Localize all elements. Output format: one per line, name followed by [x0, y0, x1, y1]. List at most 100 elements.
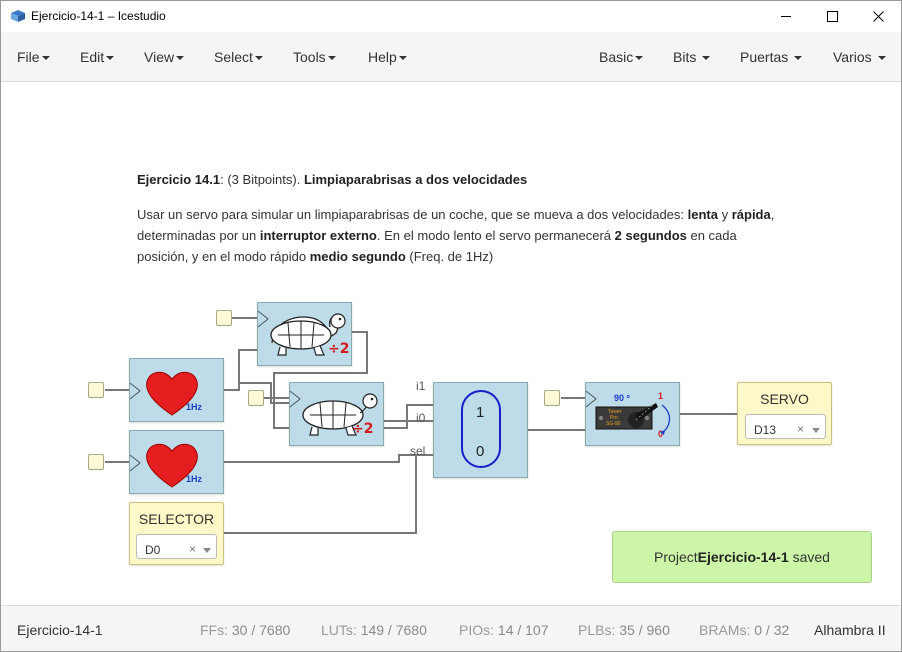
status-bar: Ejercicio-14-1 FFs: 30 / 7680 LUTs: 149 … — [1, 605, 901, 651]
luts-usage: LUTs: 149 / 7680 — [321, 622, 427, 638]
ffs-value: 30 / 7680 — [231, 622, 291, 638]
brams-label: BRAMs: — [699, 622, 751, 638]
divider-block[interactable]: ÷2 — [289, 382, 384, 446]
menu-label: Edit — [80, 49, 105, 65]
divide-by-two-label: ÷2 — [328, 341, 349, 357]
clk-port[interactable] — [544, 390, 560, 406]
heart-icon: 1Hz — [129, 371, 203, 416]
app-window: Ejercicio-14-1 – Icestudio File Edit Vie… — [0, 0, 902, 652]
notification-suffix: saved — [788, 549, 830, 565]
mux-top-label: 1 — [476, 404, 484, 421]
caret-down-icon — [702, 56, 711, 61]
caret-down-icon — [176, 56, 185, 61]
menu-bits[interactable]: Bits — [673, 49, 711, 65]
servo-motor-icon: 90 º 1 0 Tower Pro SG-90 — [585, 390, 671, 439]
window-title: Ejercicio-14-1 – Icestudio — [31, 9, 166, 23]
menu-label: View — [144, 49, 175, 65]
position-zero-label: 0 — [658, 429, 663, 439]
menu-varios[interactable]: Varios — [833, 49, 886, 65]
position-one-label: 1 — [658, 391, 663, 401]
divide-by-two-label: ÷2 — [352, 421, 373, 437]
brams-value: 0 / 32 — [754, 622, 790, 638]
clk-port[interactable] — [88, 454, 104, 470]
ffs-usage: FFs: 30 / 7680 — [200, 622, 290, 638]
servo-pin-value: D13 — [754, 423, 777, 437]
brams-usage: BRAMs: 0 / 32 — [699, 622, 789, 638]
caret-down-icon — [254, 56, 263, 61]
mux-bottom-label: 0 — [476, 443, 484, 460]
close-button[interactable] — [855, 1, 901, 32]
luts-value: 149 / 7680 — [360, 622, 427, 638]
mux-input-i0-label: i0 — [416, 411, 426, 425]
clear-icon[interactable]: × — [797, 422, 804, 436]
chip-label: SG-90 — [606, 421, 621, 427]
menu-label: Tools — [293, 49, 326, 65]
close-icon — [872, 11, 884, 22]
pios-usage: PIOs: 14 / 107 — [459, 622, 549, 638]
save-notification[interactable]: Project Ejercicio-14-1 saved — [612, 531, 872, 583]
plbs-usage: PLBs: 35 / 960 — [578, 622, 670, 638]
maximize-button[interactable] — [809, 1, 855, 32]
selector-input-block[interactable]: SELECTOR D0 × — [129, 502, 224, 565]
menu-label: Help — [368, 49, 397, 65]
clk-port[interactable] — [248, 390, 264, 406]
maximize-icon — [826, 11, 838, 22]
notification-project-name: Ejercicio-14-1 — [697, 549, 789, 565]
frequency-label: 1Hz — [186, 402, 203, 412]
menu-edit[interactable]: Edit — [80, 49, 115, 65]
turtle-icon: ÷2 — [289, 390, 378, 437]
plbs-label: PLBs: — [578, 622, 616, 638]
menu-label: File — [17, 49, 40, 65]
multiplexer-block[interactable]: 1 0 — [433, 382, 528, 478]
icestudio-logo-icon — [11, 10, 25, 22]
angle-label: 90 º — [614, 393, 631, 403]
menu-label: Bits — [673, 49, 697, 65]
title-bar: Ejercicio-14-1 – Icestudio — [1, 1, 901, 32]
selector-pin-select[interactable]: D0 × — [136, 534, 217, 559]
caret-down-icon — [635, 56, 644, 61]
selector-pin-value: D0 — [145, 543, 161, 557]
pios-label: PIOs: — [459, 622, 495, 638]
caret-down-icon — [41, 56, 50, 61]
project-name: Ejercicio-14-1 — [17, 622, 103, 638]
caret-down-icon — [106, 56, 115, 61]
selector-label: SELECTOR — [138, 511, 215, 527]
heartbeat-block[interactable]: 1Hz — [129, 430, 224, 494]
pios-value: 14 / 107 — [497, 622, 549, 638]
menu-bar: File Edit View Select Tools Help Basic B… — [1, 32, 901, 82]
board-name[interactable]: Alhambra II — [814, 622, 886, 638]
mux-input-i1-label: i1 — [416, 379, 426, 393]
dropdown-arrow-icon[interactable] — [203, 548, 211, 553]
menu-select[interactable]: Select — [214, 49, 263, 65]
clk-port[interactable] — [216, 310, 232, 326]
minimize-icon — [780, 16, 791, 17]
mux-sel-label: sel — [410, 444, 426, 458]
servo-pin-select[interactable]: D13 × — [745, 414, 826, 439]
menu-help[interactable]: Help — [368, 49, 407, 65]
design-canvas[interactable]: Ejercicio 14.1: (3 Bitpoints). Limpiapar… — [1, 83, 901, 605]
menu-puertas[interactable]: Puertas — [740, 49, 803, 65]
minimize-button[interactable] — [763, 1, 809, 32]
luts-label: LUTs: — [321, 622, 357, 638]
frequency-label: 1Hz — [186, 474, 203, 484]
menu-basic[interactable]: Basic — [599, 49, 644, 65]
plbs-value: 35 / 960 — [619, 622, 670, 638]
menu-tools[interactable]: Tools — [293, 49, 336, 65]
clk-port[interactable] — [88, 382, 104, 398]
multiplexer-icon: 1 0 — [461, 390, 501, 468]
ffs-label: FFs: — [200, 622, 228, 638]
dropdown-arrow-icon[interactable] — [812, 428, 820, 433]
caret-down-icon — [794, 56, 803, 61]
servo-label: SERVO — [760, 391, 809, 407]
divider-block[interactable]: ÷2 — [257, 302, 352, 366]
menu-view[interactable]: View — [144, 49, 185, 65]
servo-driver-block[interactable]: 90 º 1 0 Tower Pro SG-90 — [585, 382, 680, 446]
clear-icon[interactable]: × — [189, 542, 196, 556]
heart-icon: 1Hz — [129, 443, 203, 488]
menu-file[interactable]: File — [17, 49, 50, 65]
notification-prefix: Project — [654, 549, 698, 565]
servo-output-block[interactable]: SERVO D13 × — [737, 382, 832, 445]
heartbeat-block[interactable]: 1Hz — [129, 358, 224, 422]
menu-label: Varios — [833, 49, 872, 65]
caret-down-icon — [877, 56, 886, 61]
